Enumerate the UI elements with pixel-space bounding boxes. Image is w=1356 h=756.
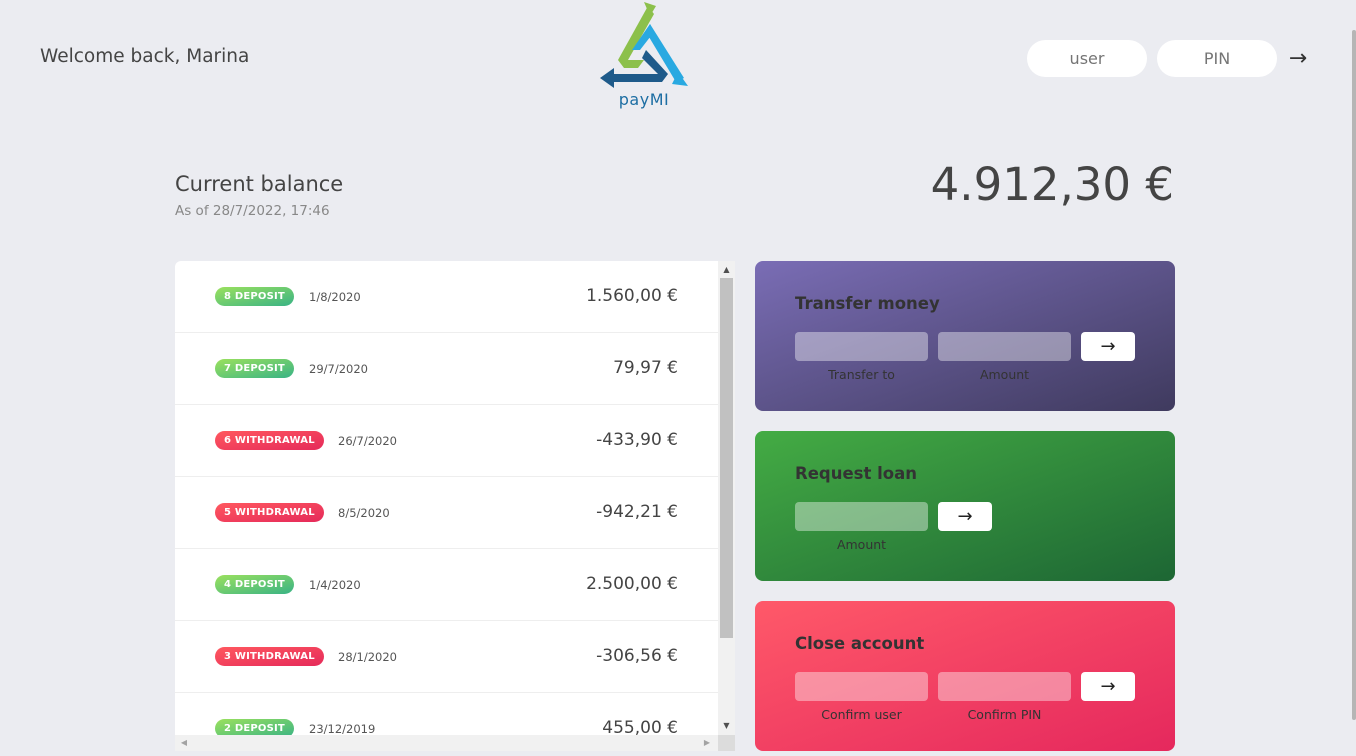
scroll-left-arrow-icon[interactable]: ◀ (177, 735, 191, 751)
movement-value: 79,97 € (613, 358, 678, 378)
close-submit-button[interactable]: → (1081, 672, 1135, 701)
movement-row: 4 DEPOSIT 1/4/2020 2.500,00 € (175, 549, 718, 621)
transfer-money-panel: Transfer money → Transfer to Amount (755, 261, 1175, 411)
movement-date: 28/1/2020 (338, 650, 397, 664)
movements-horizontal-scrollbar[interactable]: ◀ ▶ (175, 735, 718, 751)
movement-value: -433,90 € (596, 430, 678, 450)
confirm-pin-input[interactable] (938, 672, 1071, 701)
transfer-title: Transfer money (795, 294, 940, 313)
transfer-to-input[interactable] (795, 332, 928, 361)
movement-date: 23/12/2019 (309, 722, 376, 735)
movement-value: 1.560,00 € (586, 286, 678, 306)
scroll-corner (718, 735, 735, 751)
close-title: Close account (795, 634, 925, 653)
movement-value: -942,21 € (596, 502, 678, 522)
page-scroll-thumb[interactable] (1352, 30, 1356, 720)
scroll-right-arrow-icon[interactable]: ▶ (700, 735, 714, 751)
movement-value: -306,56 € (596, 646, 678, 666)
movement-date: 1/8/2020 (309, 290, 361, 304)
loan-submit-button[interactable]: → (938, 502, 992, 531)
page-scrollbar[interactable] (1350, 0, 1356, 756)
movement-date: 8/5/2020 (338, 506, 390, 520)
movement-date: 1/4/2020 (309, 578, 361, 592)
loan-amount-input[interactable] (795, 502, 928, 531)
transfer-amount-input[interactable] (938, 332, 1071, 361)
scroll-thumb[interactable] (720, 278, 733, 638)
balance-value: 4.912,30 € (930, 158, 1174, 211)
transfer-amount-label: Amount (979, 367, 1030, 382)
login-user-input[interactable] (1027, 40, 1147, 77)
movements-list[interactable]: 8 DEPOSIT 1/8/2020 1.560,00 € 7 DEPOSIT 29/7… (175, 261, 718, 735)
movement-type-badge: 5 WITHDRAWAL (215, 503, 324, 522)
movement-type-badge: 8 DEPOSIT (215, 287, 294, 306)
scroll-down-arrow-icon[interactable]: ▼ (718, 719, 735, 733)
movement-type-badge: 6 WITHDRAWAL (215, 431, 324, 450)
close-account-panel: Close account → Confirm user Confirm PIN (755, 601, 1175, 751)
top-nav: Welcome back, Marina payMI → (0, 0, 1356, 115)
movement-type-badge: 7 DEPOSIT (215, 359, 294, 378)
login-pin-input[interactable] (1157, 40, 1277, 77)
movement-row: 2 DEPOSIT 23/12/2019 455,00 € (175, 693, 718, 735)
movement-date: 26/7/2020 (338, 434, 397, 448)
loan-title: Request loan (795, 464, 917, 483)
movement-value: 455,00 € (602, 718, 678, 735)
balance-date: As of 28/7/2022, 17:46 (175, 203, 330, 219)
login-button[interactable]: → (1283, 43, 1313, 73)
movement-row: 7 DEPOSIT 29/7/2020 79,97 € (175, 333, 718, 405)
confirm-pin-label: Confirm PIN (967, 707, 1042, 722)
movement-type-badge: 3 WITHDRAWAL (215, 647, 324, 666)
movement-type-badge: 2 DEPOSIT (215, 719, 294, 735)
movement-row: 3 WITHDRAWAL 28/1/2020 -306,56 € (175, 621, 718, 693)
transfer-to-label: Transfer to (828, 367, 895, 382)
movements-vertical-scrollbar[interactable]: ▲ ▼ (718, 261, 735, 735)
movement-date: 29/7/2020 (309, 362, 368, 376)
welcome-message: Welcome back, Marina (40, 46, 250, 67)
movement-value: 2.500,00 € (586, 574, 678, 594)
balance-label: Current balance (175, 172, 344, 196)
movement-row: 8 DEPOSIT 1/8/2020 1.560,00 € (175, 261, 718, 333)
loan-amount-label: Amount (836, 537, 887, 552)
movement-row: 5 WITHDRAWAL 8/5/2020 -942,21 € (175, 477, 718, 549)
transfer-submit-button[interactable]: → (1081, 332, 1135, 361)
movement-row: 6 WITHDRAWAL 26/7/2020 -433,90 € (175, 405, 718, 477)
movement-type-badge: 4 DEPOSIT (215, 575, 294, 594)
request-loan-panel: Request loan → Amount (755, 431, 1175, 581)
paymi-logo: payMI (598, 2, 690, 112)
logo-triangle-icon (600, 2, 688, 88)
logo-text: payMI (618, 90, 670, 109)
scroll-up-arrow-icon[interactable]: ▲ (718, 263, 735, 277)
confirm-user-input[interactable] (795, 672, 928, 701)
confirm-user-label: Confirm user (821, 707, 902, 722)
movements-panel[interactable]: 8 DEPOSIT 1/8/2020 1.560,00 € 7 DEPOSIT 29/7… (175, 261, 735, 751)
